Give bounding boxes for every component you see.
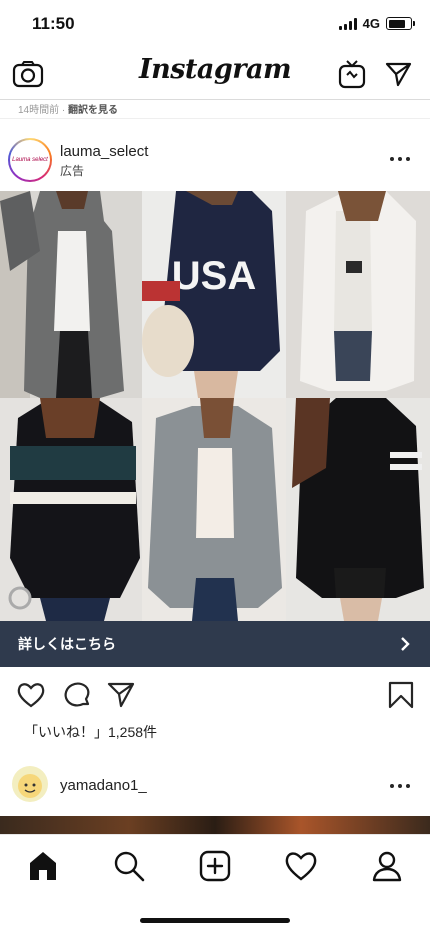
activity-icon[interactable] [284,849,318,883]
share-icon[interactable] [106,680,136,710]
direct-icon[interactable] [384,60,412,88]
avatar[interactable]: Lauma select [8,138,52,182]
post-username[interactable]: lauma_select [60,143,148,160]
post-username[interactable]: yamadano1_ [60,777,147,794]
bookmark-icon[interactable] [386,680,416,710]
status-bar: 11:50 4G [0,0,430,48]
photo-black-stripe-sweater [0,398,142,621]
svg-text:USA: USA [172,254,256,298]
status-indicators: 4G [338,16,415,31]
post-time-ago: 14時間前 [18,105,60,116]
add-icon[interactable] [198,849,232,883]
likes-count[interactable]: 「いいね！」1,258件 [24,722,157,742]
signal-icon [338,17,357,30]
comment-icon[interactable] [62,680,92,710]
profile-icon[interactable] [370,849,404,883]
cta-learn-more[interactable]: 詳しくはこちら [0,621,430,667]
photo-black-cardigan [286,398,430,621]
photo-gray-cardigan [0,191,142,398]
photo-usa-sweater: USA [142,191,286,398]
home-indicator [140,918,290,923]
search-icon[interactable] [112,849,146,883]
separator: · [59,105,69,116]
photo-white-cardigan [286,191,430,398]
home-icon[interactable] [26,849,60,883]
app-header: Instagram [0,48,430,100]
next-post-image[interactable] [0,816,430,834]
photo-gray-knit [142,398,286,621]
network-type: 4G [362,16,380,31]
sponsored-label: 広告 [60,164,85,178]
post-image[interactable]: USA [0,191,430,621]
more-icon[interactable] [390,782,414,790]
next-post-header: yamadano1_ [0,764,430,808]
bottom-nav [0,834,430,931]
previous-post-meta: 14時間前 · 翻訳を見る [18,101,118,116]
battery-icon [386,17,415,30]
avatar[interactable] [12,766,48,802]
avatar-text: Lauma select [10,140,50,180]
heart-icon[interactable] [16,680,46,710]
divider [0,118,430,119]
chevron-right-icon [401,637,410,651]
status-time: 11:50 [32,14,75,33]
post-header: Lauma select lauma_select 広告 [0,130,430,188]
igtv-icon[interactable] [338,59,366,89]
post-actions [0,680,430,712]
see-translation-link[interactable]: 翻訳を見る [68,105,118,116]
more-icon[interactable] [390,155,414,163]
cta-label: 詳しくはこちら [18,636,116,652]
